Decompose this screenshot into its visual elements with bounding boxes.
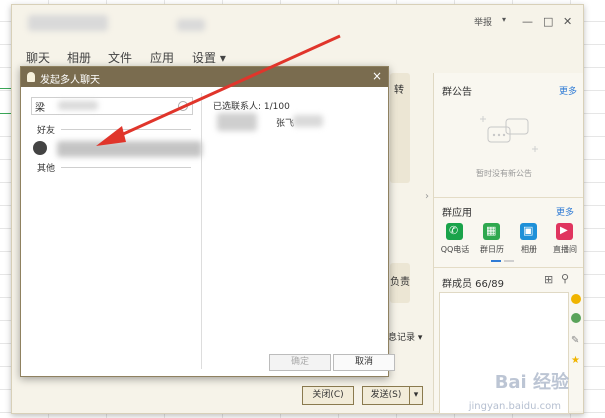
divider	[61, 167, 191, 168]
baidu-watermark: Bai 经验	[494, 372, 569, 393]
notice-more-link[interactable]: 更多	[559, 84, 577, 97]
menu-chat[interactable]: 聊天	[26, 49, 50, 66]
menu-album[interactable]: 相册	[67, 49, 91, 66]
calendar-icon: ▦	[486, 224, 497, 237]
start-group-chat-dialog: 发起多人聊天 × 梁 好友 其他 已选联系人: 1/100 张飞 确定 取消	[20, 66, 395, 377]
blurred-avatar-title	[28, 15, 108, 31]
member-list[interactable]	[439, 292, 569, 414]
notice-title: 群公告	[442, 87, 472, 98]
notice-empty-icon	[480, 116, 538, 152]
live-room-icon[interactable]: ▶	[556, 223, 573, 240]
send-options-button[interactable]: ▾	[409, 386, 423, 405]
apps-page-indicator	[504, 260, 514, 262]
report-link[interactable]: 举报	[474, 15, 492, 28]
dialog-close-icon[interactable]: ×	[372, 69, 382, 83]
star-icon: ★	[571, 355, 580, 366]
phone-icon: ✆	[449, 224, 459, 237]
card-fragment: 负责	[390, 277, 410, 288]
blurred-text	[293, 115, 323, 127]
message-record-link[interactable]: 息记录 ▾	[388, 330, 422, 343]
chat-card: 负责	[390, 263, 410, 303]
blurred-text	[177, 19, 205, 31]
photo-icon: ▣	[523, 224, 534, 237]
divider	[61, 129, 191, 130]
contact-avatar[interactable]	[33, 141, 47, 155]
edit-icon[interactable]: ✎	[571, 335, 579, 346]
close-icon[interactable]: ✕	[563, 15, 572, 28]
apps-page-indicator	[491, 260, 501, 262]
maximize-icon[interactable]: □	[543, 15, 553, 28]
search-icon[interactable]: ⚲	[561, 272, 569, 285]
notice-empty-text: 暂时没有新公告	[476, 169, 532, 178]
menu-files[interactable]: 文件	[108, 49, 132, 66]
add-member-icon[interactable]: ⊞	[544, 273, 553, 286]
dialog-title-bar: 发起多人聊天 ×	[21, 67, 388, 87]
play-icon: ▶	[560, 225, 568, 236]
menu-settings[interactable]: 设置 ▾	[192, 49, 226, 66]
minimize-icon[interactable]: —	[522, 15, 533, 28]
confirm-button[interactable]: 确定	[269, 354, 331, 371]
group-friends-label[interactable]: 好友	[37, 123, 55, 136]
send-button[interactable]: 发送(S)	[362, 386, 410, 405]
contact-search-input[interactable]: 梁	[31, 97, 193, 115]
qq-call-icon[interactable]: ✆	[446, 223, 463, 240]
album-app-icon[interactable]: ▣	[520, 223, 537, 240]
apps-more-link[interactable]: 更多	[556, 205, 574, 218]
dropdown-icon[interactable]: ▾	[502, 15, 506, 24]
search-icon[interactable]	[178, 101, 188, 111]
member-avatar-icon	[571, 294, 581, 304]
members-title: 群成员 66/89	[442, 279, 504, 290]
close-chat-button[interactable]: 关闭(C)	[302, 386, 354, 405]
member-avatar-icon	[571, 313, 581, 323]
group-calendar-icon[interactable]: ▦	[483, 223, 500, 240]
selected-contact-name: 张飞	[276, 119, 295, 129]
title-bar: 举报 ▾ — □ ✕	[12, 5, 583, 39]
app-label: 群日历	[480, 245, 504, 254]
blurred-text	[58, 101, 98, 110]
selected-contacts-label: 已选联系人: 1/100	[213, 102, 290, 112]
contact-picker: 梁 好友 其他	[27, 93, 202, 369]
blurred-contact-name[interactable]	[57, 141, 202, 157]
search-query: 梁	[35, 103, 45, 114]
divider	[434, 197, 583, 198]
dialog-title: 发起多人聊天	[40, 75, 100, 86]
chat-card: 转	[390, 73, 410, 183]
qq-penguin-icon	[27, 72, 35, 82]
menu-bar: 聊天 相册 文件 应用 设置 ▾	[12, 45, 272, 69]
group-other-label[interactable]: 其他	[37, 161, 55, 174]
selected-contact-avatar	[217, 113, 257, 131]
card-fragment: 转	[394, 85, 404, 96]
app-label: 直播间	[553, 245, 577, 254]
right-panel: 群公告 更多 暂时没有新公告 群应用 更多 ✆ ▦ ▣ ▶ QQ电话 群日历 相…	[433, 73, 583, 414]
cancel-button[interactable]: 取消	[333, 354, 395, 371]
baidu-watermark-url: jingyan.baidu.com	[468, 401, 561, 412]
app-label: QQ电话	[440, 245, 470, 254]
menu-apps[interactable]: 应用	[150, 49, 174, 66]
apps-title: 群应用	[442, 208, 472, 219]
divider	[434, 267, 583, 268]
panel-toggle-icon[interactable]: ›	[425, 191, 429, 202]
app-label: 相册	[521, 245, 537, 254]
